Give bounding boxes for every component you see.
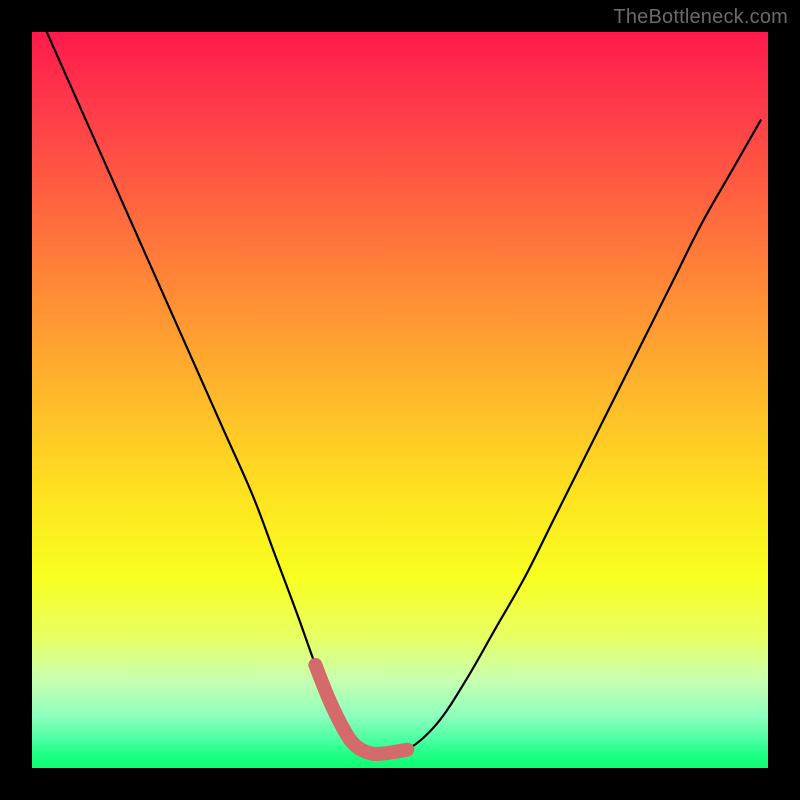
main-curve-path (47, 32, 761, 754)
watermark-text: TheBottleneck.com (613, 6, 788, 29)
chart-curves (32, 32, 768, 768)
plot-area (32, 32, 768, 768)
chart-frame: TheBottleneck.com (0, 0, 800, 800)
highlight-curve-path (315, 665, 407, 754)
